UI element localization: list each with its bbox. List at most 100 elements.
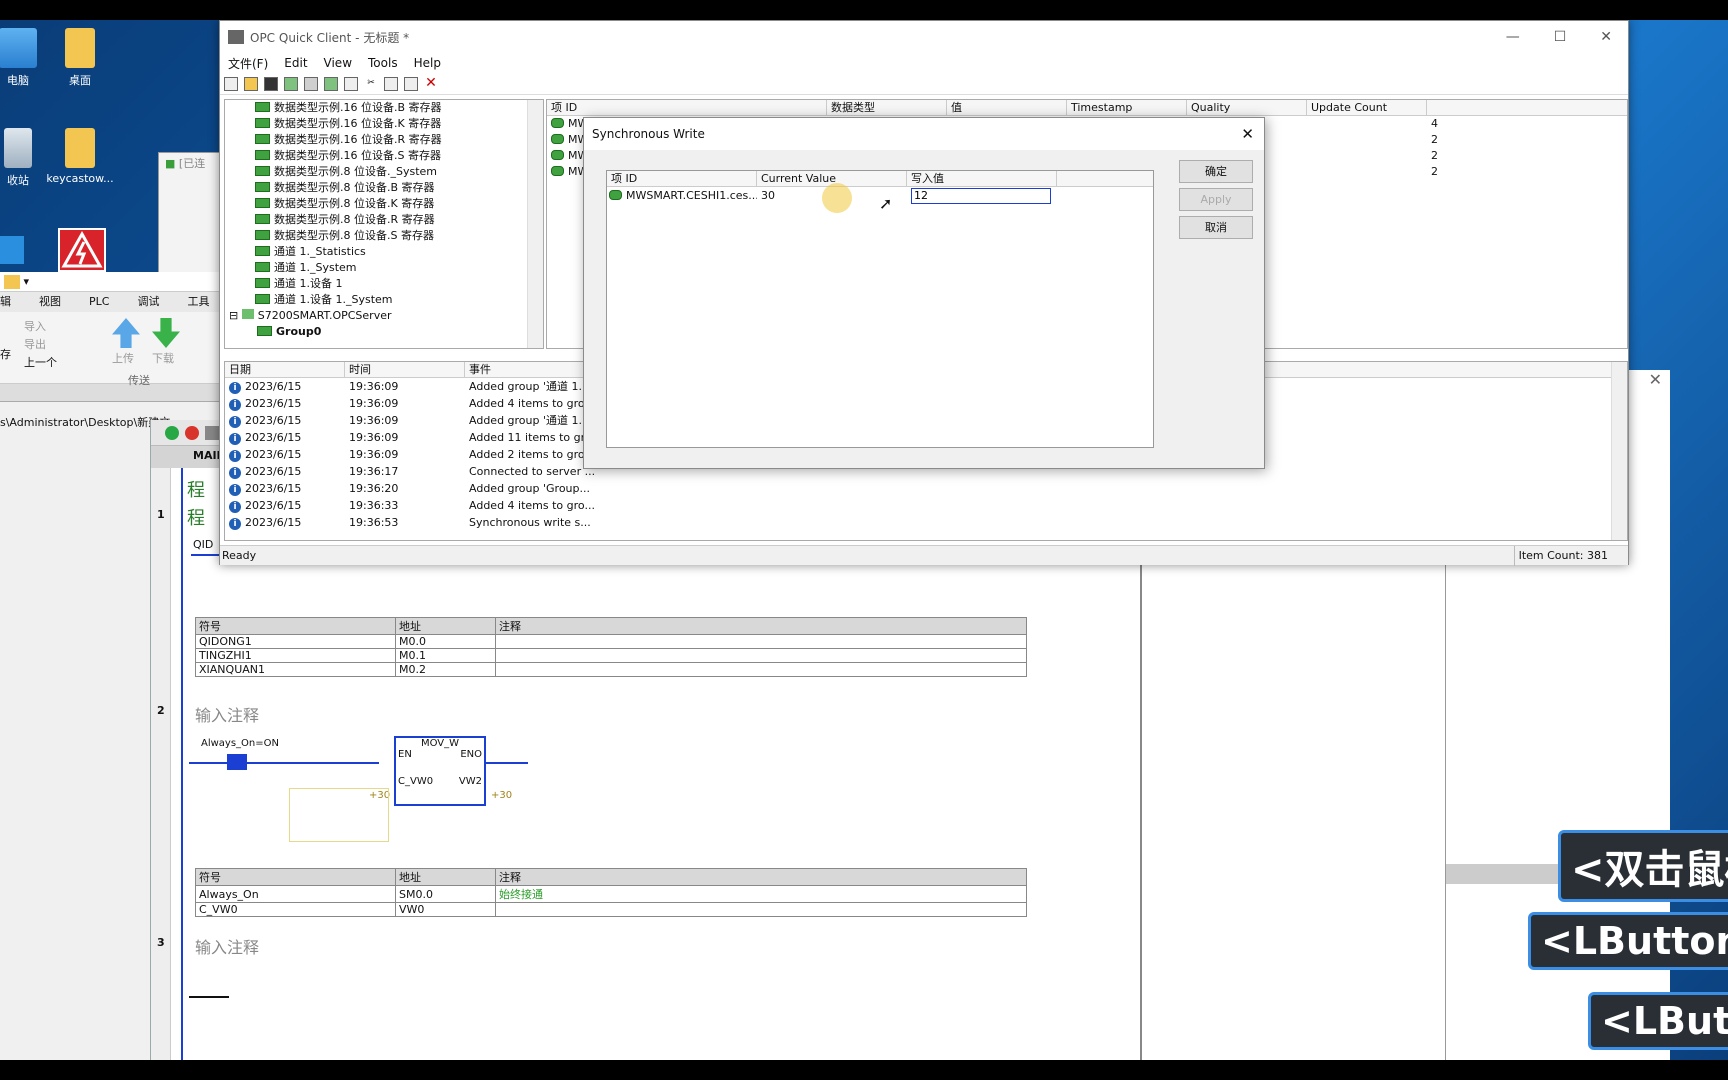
tree-item[interactable]: 数据类型示例.8 位设备.S 寄存器	[255, 228, 543, 244]
tag-icon	[551, 118, 564, 128]
tab-debug[interactable]: 调试	[137, 292, 159, 312]
col-date[interactable]: 日期	[225, 362, 345, 377]
col-update-count[interactable]: Update Count	[1307, 100, 1427, 115]
menu-tools[interactable]: Tools	[360, 56, 406, 70]
write-value-cell	[907, 187, 1057, 205]
tree-item[interactable]: 数据类型示例.8 位设备.R 寄存器	[255, 212, 543, 228]
col-write-value[interactable]: 写入值	[907, 171, 1057, 186]
tree-item[interactable]: 数据类型示例.16 位设备.K 寄存器	[255, 116, 543, 132]
tree-item[interactable]: 通道 1._Statistics	[255, 244, 543, 260]
network-gutter	[151, 468, 171, 1060]
tree-item[interactable]: 数据类型示例.16 位设备.S 寄存器	[255, 148, 543, 164]
address-cell: M0.1	[395, 648, 496, 663]
tree-scrollbar[interactable]	[527, 100, 543, 348]
new-icon[interactable]	[224, 76, 238, 91]
tree-item[interactable]: 数据类型示例.8 位设备.K 寄存器	[255, 196, 543, 212]
maximize-icon[interactable]: ☐	[1554, 29, 1567, 45]
menu-view[interactable]: View	[316, 56, 360, 70]
new-server-icon[interactable]	[284, 76, 298, 91]
log-row[interactable]: i 2023/6/15 19:36:53 Synchronous write s...	[225, 514, 1627, 531]
tree-item[interactable]: 通道 1.设备 1._System	[255, 292, 543, 308]
tree-item[interactable]: 通道 1._System	[255, 260, 543, 276]
col-timestamp[interactable]: Timestamp	[1067, 100, 1187, 115]
delete-icon[interactable]: ✕	[424, 76, 438, 91]
tree-group-node[interactable]: Group0	[225, 324, 543, 340]
toolbar: ✂ ✕	[220, 73, 1628, 95]
app-icon[interactable]	[0, 236, 24, 264]
import-button[interactable]: 导入	[24, 318, 46, 334]
warning-app-icon[interactable]	[58, 228, 106, 272]
tab-edit[interactable]: 辑	[0, 292, 11, 312]
log-cell-text: 19:36:09	[349, 448, 399, 461]
prev-button[interactable]: 上一个	[24, 354, 57, 370]
tree-item-label: 通道 1.设备 1._System	[274, 293, 393, 306]
col-item-id[interactable]: 项 ID	[607, 171, 757, 186]
run-icon[interactable]	[165, 426, 179, 440]
folder-icon	[255, 198, 270, 208]
log-cell-text: Added group 'Group...	[469, 482, 590, 495]
mov-w-box[interactable]: MOV_W EN ENO C_VW0 VW2	[394, 736, 486, 806]
desktop-icon-keycastow[interactable]: keycastow...	[40, 128, 120, 185]
close-icon[interactable]: ✕	[1241, 118, 1254, 150]
tab-plc[interactable]: PLC	[89, 292, 109, 312]
tree-item[interactable]: 通道 1.设备 1	[255, 276, 543, 292]
tree-server-node[interactable]: ⊟ S7200SMART.OPCServer	[225, 308, 543, 324]
desktop-icon-desktop-folder[interactable]: 桌面	[40, 28, 120, 88]
ok-button[interactable]: 确定	[1179, 160, 1253, 183]
address-cell: M0.0	[395, 634, 496, 649]
tree-item[interactable]: 数据类型示例.16 位设备.R 寄存器	[255, 132, 543, 148]
write-value-input[interactable]	[911, 187, 1051, 204]
tool-icon[interactable]	[205, 426, 219, 440]
save-icon[interactable]	[264, 76, 278, 91]
open-icon[interactable]	[244, 76, 258, 91]
quick-access-bar: ▾	[0, 272, 220, 292]
info-icon: i	[229, 416, 241, 428]
tree-list: 数据类型示例.16 位设备.B 寄存器 数据类型示例.16 位设备.K 寄存器 数据…	[225, 100, 543, 308]
write-list-header: 项 ID Current Value 写入值	[607, 171, 1153, 187]
tab-view[interactable]: 视图	[39, 292, 61, 312]
tree-item[interactable]: 数据类型示例.8 位设备._System	[255, 164, 543, 180]
menu-edit[interactable]: Edit	[276, 56, 315, 70]
log-cell-text: Added group '通道 1...	[469, 414, 589, 427]
download-icon[interactable]	[152, 318, 180, 348]
cancel-button[interactable]: 取消	[1179, 216, 1253, 239]
col-time[interactable]: 时间	[345, 362, 465, 377]
menu-file[interactable]: 文件(F)	[220, 55, 276, 72]
bottom-letterbox	[0, 1060, 1728, 1080]
new-item-icon[interactable]	[324, 76, 338, 91]
power-rail	[181, 468, 183, 1060]
tree-item[interactable]: 数据类型示例.16 位设备.B 寄存器	[255, 100, 543, 116]
address-cell: M0.2	[395, 662, 496, 677]
tree-item-label: 通道 1._System	[274, 261, 357, 274]
log-cell-text: 2023/6/15	[245, 465, 302, 478]
tree-item[interactable]: 数据类型示例.8 位设备.B 寄存器	[255, 180, 543, 196]
export-button[interactable]: 导出	[24, 336, 46, 352]
item-id-cell: MWSMART.CESHI1.ces...	[607, 187, 757, 205]
col-value[interactable]: 值	[947, 100, 1067, 115]
stop-icon[interactable]	[185, 426, 199, 440]
save-button[interactable]: 存	[0, 346, 11, 362]
col-quality[interactable]: Quality	[1187, 100, 1307, 115]
apply-button[interactable]: Apply	[1179, 188, 1253, 211]
log-cell-text: Added 4 items to gro...	[469, 499, 595, 512]
menu-help[interactable]: Help	[406, 56, 449, 70]
date-cell: i 2023/6/15	[225, 378, 345, 395]
cut-icon[interactable]: ✂	[364, 77, 378, 91]
col-data-type[interactable]: 数据类型	[827, 100, 947, 115]
copy-icon[interactable]	[384, 76, 398, 91]
minimize-icon[interactable]: —	[1506, 29, 1520, 45]
folder-icon	[255, 102, 270, 112]
properties-icon[interactable]	[344, 76, 358, 91]
upload-icon[interactable]	[112, 318, 140, 348]
col-item-id[interactable]: 项 ID	[547, 100, 827, 115]
paste-icon[interactable]	[404, 76, 418, 91]
close-icon[interactable]: ✕	[1600, 29, 1612, 45]
tab-tools[interactable]: 工具	[187, 292, 209, 312]
new-group-icon[interactable]	[304, 76, 318, 91]
col-symbol: 符号	[195, 617, 396, 635]
contact-element[interactable]	[227, 754, 247, 770]
log-scrollbar[interactable]	[1611, 362, 1627, 540]
log-row[interactable]: i 2023/6/15 19:36:33 Added 4 items to gro..…	[225, 497, 1627, 514]
log-row[interactable]: i 2023/6/15 19:36:20 Added group 'Group...	[225, 480, 1627, 497]
open-icon[interactable]	[4, 275, 20, 289]
